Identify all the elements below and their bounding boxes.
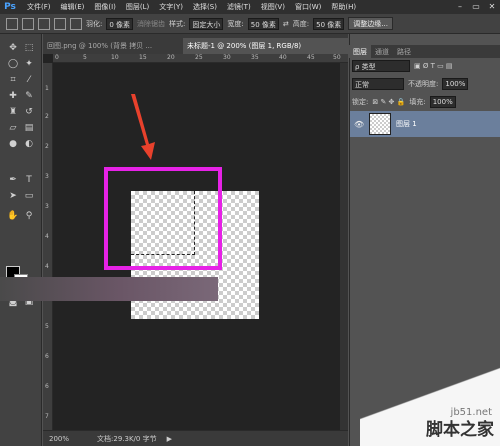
status-menu-arrow-icon[interactable]: ▶ (167, 435, 172, 443)
menu-view[interactable]: 视图(V) (256, 2, 290, 12)
swap-icon[interactable]: ⇄ (283, 20, 289, 28)
pen-tool-icon[interactable]: ✒ (6, 174, 20, 186)
antialias-checkbox[interactable]: 消除锯齿 (137, 19, 165, 29)
status-bar: 200% 文档:29.3K/0 字节 ▶ (43, 430, 348, 446)
height-label: 高度: (292, 19, 310, 28)
height-input[interactable]: 50 像素 (313, 17, 345, 30)
tools-panel: ✥ ⬚ ◯ ✦ ⌗ ⁄ ✚ ✎ ♜ ↺ ▱ ▤ ● ◐ ✒ T ➤ ▭ ✋ ⚲ … (0, 34, 42, 446)
style-label: 样式: (169, 19, 186, 28)
lasso-tool-icon[interactable]: ◯ (6, 58, 20, 70)
layer-filter-select[interactable]: ρ 类型 (352, 60, 410, 72)
menu-file[interactable]: 文件(F) (22, 2, 56, 12)
healing-brush-icon[interactable]: ✚ (6, 90, 20, 102)
image-artifact-strip (0, 277, 218, 301)
menu-select[interactable]: 选择(S) (188, 2, 222, 12)
document-tabs: 回图.png @ 100% (背景 拷贝 ... 未标题-1 @ 200% (图… (43, 34, 348, 54)
zoom-level[interactable]: 200% (49, 435, 69, 443)
subtract-selection-icon[interactable] (54, 17, 66, 30)
menu-layer[interactable]: 图层(L) (121, 2, 154, 12)
eyedropper-icon[interactable]: ⁄ (22, 74, 36, 86)
dodge-tool-icon[interactable]: ◐ (22, 138, 36, 150)
stamp-tool-icon[interactable]: ♜ (6, 106, 20, 118)
annotation-highlight-box (104, 167, 222, 270)
hand-tool-icon[interactable]: ✋ (6, 210, 20, 222)
shape-tool-icon[interactable]: ▭ (22, 190, 36, 202)
tab-channels[interactable]: 通道 (371, 45, 393, 58)
filter-icons[interactable]: ▣ Ø T ▭ ▤ (414, 62, 453, 70)
marquee-tool-icon[interactable]: ⬚ (22, 42, 36, 54)
path-select-icon[interactable]: ➤ (6, 190, 20, 202)
layer-name[interactable]: 图层 1 (396, 119, 417, 129)
layer-row-layer-1[interactable]: 👁 图层 1 (350, 111, 500, 137)
close-button[interactable]: ✕ (484, 0, 500, 14)
feather-input[interactable]: 0 像素 (106, 17, 134, 30)
blend-mode-select[interactable]: 正常 (352, 78, 404, 90)
options-bar: 羽化: 0 像素 消除锯齿 样式: 固定大小 宽度: 50 像素 ⇄ 高度: 5… (0, 14, 500, 34)
brush-tool-icon[interactable]: ✎ (22, 90, 36, 102)
fill-label: 填充: (409, 98, 426, 106)
menu-edit[interactable]: 编辑(E) (56, 2, 90, 12)
ruler-horizontal: 0 5 10 15 20 25 30 35 40 45 50 (53, 54, 348, 63)
tab-layers[interactable]: 图层 (349, 45, 371, 58)
minimize-button[interactable]: – (452, 0, 468, 14)
photoshop-logo: Ps (4, 2, 16, 12)
tab-untitled-1[interactable]: 未标题-1 @ 200% (图层 1, RGB/8) (183, 38, 348, 54)
refine-edge-button[interactable]: 调整边缘... (348, 17, 393, 30)
gradient-tool-icon[interactable]: ▤ (22, 122, 36, 134)
tab-image-png[interactable]: 回图.png @ 100% (背景 拷贝 ... (43, 38, 183, 54)
feather-label: 羽化: (86, 19, 103, 28)
type-tool-icon[interactable]: T (22, 174, 36, 186)
layer-filter-row: ρ 类型 ▣ Ø T ▭ ▤ (352, 60, 453, 72)
crop-tool-icon[interactable]: ⌗ (6, 74, 20, 86)
eye-icon[interactable]: 👁 (354, 120, 364, 129)
move-tool-icon[interactable]: ✥ (6, 42, 20, 54)
tab-paths[interactable]: 路径 (393, 45, 415, 58)
style-select[interactable]: 固定大小 (189, 17, 224, 30)
vertical-scrollbar[interactable] (340, 63, 348, 430)
marquee-tool-preset-icon[interactable] (6, 17, 18, 30)
intersect-selection-icon[interactable] (70, 17, 82, 30)
menu-bar: Ps 文件(F) 编辑(E) 图像(I) 图层(L) 文字(Y) 选择(S) 滤… (0, 0, 500, 14)
menu-filter[interactable]: 滤镜(T) (222, 2, 256, 12)
opacity-label: 不透明度: (408, 80, 439, 88)
add-selection-icon[interactable] (38, 17, 50, 30)
watermark-text: 脚本之家 (426, 420, 494, 440)
blend-row: 正常 不透明度: 100% (352, 78, 469, 90)
magic-wand-icon[interactable]: ✦ (22, 58, 36, 70)
width-input[interactable]: 50 像素 (247, 17, 279, 30)
opacity-input[interactable]: 100% (442, 78, 469, 90)
width-label: 宽度: (227, 19, 244, 28)
menu-type[interactable]: 文字(Y) (154, 2, 188, 12)
lock-label: 锁定: (352, 98, 369, 106)
panel-tabs: 图层 通道 路径 (349, 45, 500, 58)
new-selection-icon[interactable] (22, 17, 34, 30)
menu-window[interactable]: 窗口(W) (290, 2, 326, 12)
lock-row: 锁定: ⊠ ✎ ✥ 🔒 填充: 100% (352, 96, 456, 108)
zoom-tool-icon[interactable]: ⚲ (22, 210, 36, 222)
history-brush-icon[interactable]: ↺ (22, 106, 36, 118)
layer-thumbnail (369, 113, 391, 135)
ruler-vertical: 1 2 2 3 3 4 4 5 5 6 6 7 (43, 63, 53, 430)
blur-tool-icon[interactable]: ● (6, 138, 20, 150)
menu-help[interactable]: 帮助(H) (326, 2, 361, 12)
doc-info: 文档:29.3K/0 字节 (97, 434, 157, 443)
fill-input[interactable]: 100% (429, 96, 456, 108)
window-controls: – ▭ ✕ (452, 0, 500, 14)
maximize-button[interactable]: ▭ (468, 0, 484, 14)
menu-image[interactable]: 图像(I) (89, 2, 121, 12)
annotation-arrow-icon (131, 94, 155, 160)
lock-icons[interactable]: ⊠ ✎ ✥ 🔒 (372, 98, 405, 106)
eraser-tool-icon[interactable]: ▱ (6, 122, 20, 134)
